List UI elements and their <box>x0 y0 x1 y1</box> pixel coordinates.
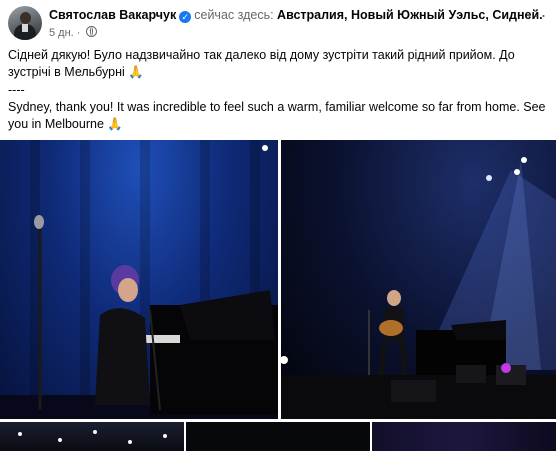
avatar-head <box>20 12 31 24</box>
photo-guitar-performance[interactable] <box>281 140 556 419</box>
photo-audience[interactable] <box>0 422 184 451</box>
more-options-icon: ··· <box>526 5 548 25</box>
audience-scene <box>18 430 167 444</box>
post-meta: 5 дн. · <box>49 26 97 39</box>
photo-dark-stage[interactable] <box>186 422 370 451</box>
post-text-separator: ---- <box>8 83 25 97</box>
more-options-button[interactable]: ··· <box>524 5 550 28</box>
avatar-collar <box>22 24 28 32</box>
author-avatar[interactable] <box>8 6 42 40</box>
location-link[interactable]: Австралия, Новый Южный Уэльс, Сидней. <box>277 8 543 22</box>
post-text-ukrainian: Сідней дякую! Було надзвичайно так далек… <box>8 48 515 79</box>
stage-scene <box>281 157 556 419</box>
piano-scene <box>0 145 278 419</box>
verified-badge-icon: ✓ <box>179 11 192 23</box>
globe-icon[interactable] <box>85 26 97 37</box>
photo-piano-performance[interactable] <box>0 140 278 419</box>
post-time[interactable]: 5 дн. <box>49 27 74 39</box>
location-prefix: сейчас здесь: <box>194 8 274 22</box>
meta-separator: · <box>76 27 81 39</box>
post-text-english: Sydney, thank you! It was incredible to … <box>8 100 546 131</box>
post-header: Святослав Вакарчук ✓ сейчас здесь: Австрал… <box>0 0 556 44</box>
photo-purple-stage[interactable] <box>372 422 556 451</box>
post-title-line: Святослав Вакарчук ✓ сейчас здесь: Австрал… <box>49 8 543 23</box>
author-name[interactable]: Святослав Вакарчук <box>49 8 176 22</box>
